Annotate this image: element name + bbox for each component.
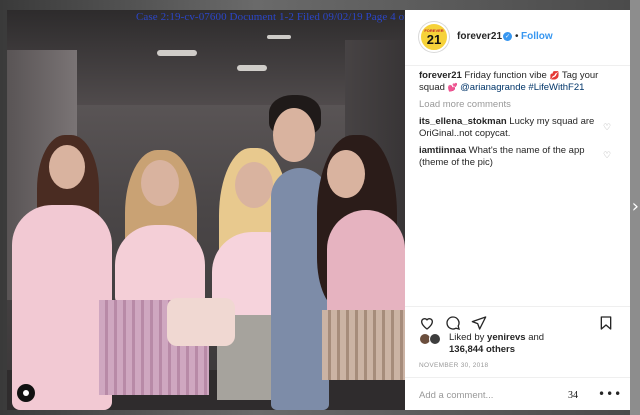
page-number: 34 [568,390,578,401]
photo-figure-face [273,108,315,162]
photo-figure-body [115,225,205,305]
photo-figure-skirt [322,310,405,380]
verified-badge-icon: ✓ [503,32,512,41]
camera-badge-icon[interactable] [17,384,35,402]
post-date: NOVEMBER 30, 2018 [419,362,489,369]
lips-icon: 💋 [549,71,560,80]
caption-username[interactable]: forever21 [419,70,462,81]
comment-username[interactable]: iamtiinnaa [419,145,466,156]
likes-joiner: and [528,332,545,343]
comment-box: Add a comment... 34 ••• [405,377,630,410]
photo-ceiling-light [157,50,197,56]
comment: iamtiinnaa What's the name of the app (t… [419,145,604,169]
separator-dot: • [515,31,519,42]
photo-figure-face [327,150,365,198]
photo-figure-face [141,160,179,206]
heart-icon[interactable] [419,315,435,331]
photo-ceiling-light [237,65,267,71]
photo-figure-body [12,205,112,410]
more-options-icon[interactable]: ••• [598,387,622,401]
follow-button[interactable]: Follow [521,31,553,42]
load-more-comments[interactable]: Load more comments [419,99,511,110]
bookmark-icon[interactable] [598,315,614,331]
add-comment-input[interactable]: Add a comment... [419,390,493,401]
comment-username[interactable]: its_ellena_stokman [419,116,507,127]
post-photo[interactable] [7,10,405,410]
photo-figure-face [49,145,85,189]
comment: its_ellena_stokman Lucky my squad are Or… [419,116,604,140]
heart-emoji-icon: 💕 [447,83,458,92]
post-caption: forever21 Friday function vibe 💋 Tag you… [419,70,619,94]
post-header: FOREVER 21 forever21 ✓ • Follow [405,10,630,66]
photo-ceiling-light [267,35,291,39]
avatar[interactable]: FOREVER 21 [419,22,449,52]
likes-text: Liked by yenirevs and 136,844 others [449,332,544,356]
liker-avatar[interactable] [429,333,441,345]
comment-like-icon[interactable]: ♡ [603,123,613,133]
photo-figure-body [327,210,405,320]
post-panel: FOREVER 21 forever21 ✓ • Follow forever2… [405,10,630,410]
share-icon[interactable] [471,315,487,331]
comment-icon[interactable] [445,315,461,331]
photo-handbag [167,298,235,346]
comment-like-icon[interactable]: ♡ [603,151,613,161]
caption-hashtag[interactable]: #LifeWithF21 [528,82,584,93]
likes-summary: Liked by yenirevs and 136,844 others [419,332,619,358]
likes-prefix: Liked by [449,332,485,343]
chevron-right-icon[interactable]: › [632,196,639,217]
caption-text: Friday function vibe [464,70,547,81]
likes-count[interactable]: 136,844 others [449,344,515,355]
avatar-number: 21 [426,31,442,47]
caption-mention[interactable]: @arianagrande [460,82,526,93]
account-username[interactable]: forever21 [457,31,502,42]
photo-figure-face [235,162,273,208]
likes-user[interactable]: yenirevs [487,332,526,343]
